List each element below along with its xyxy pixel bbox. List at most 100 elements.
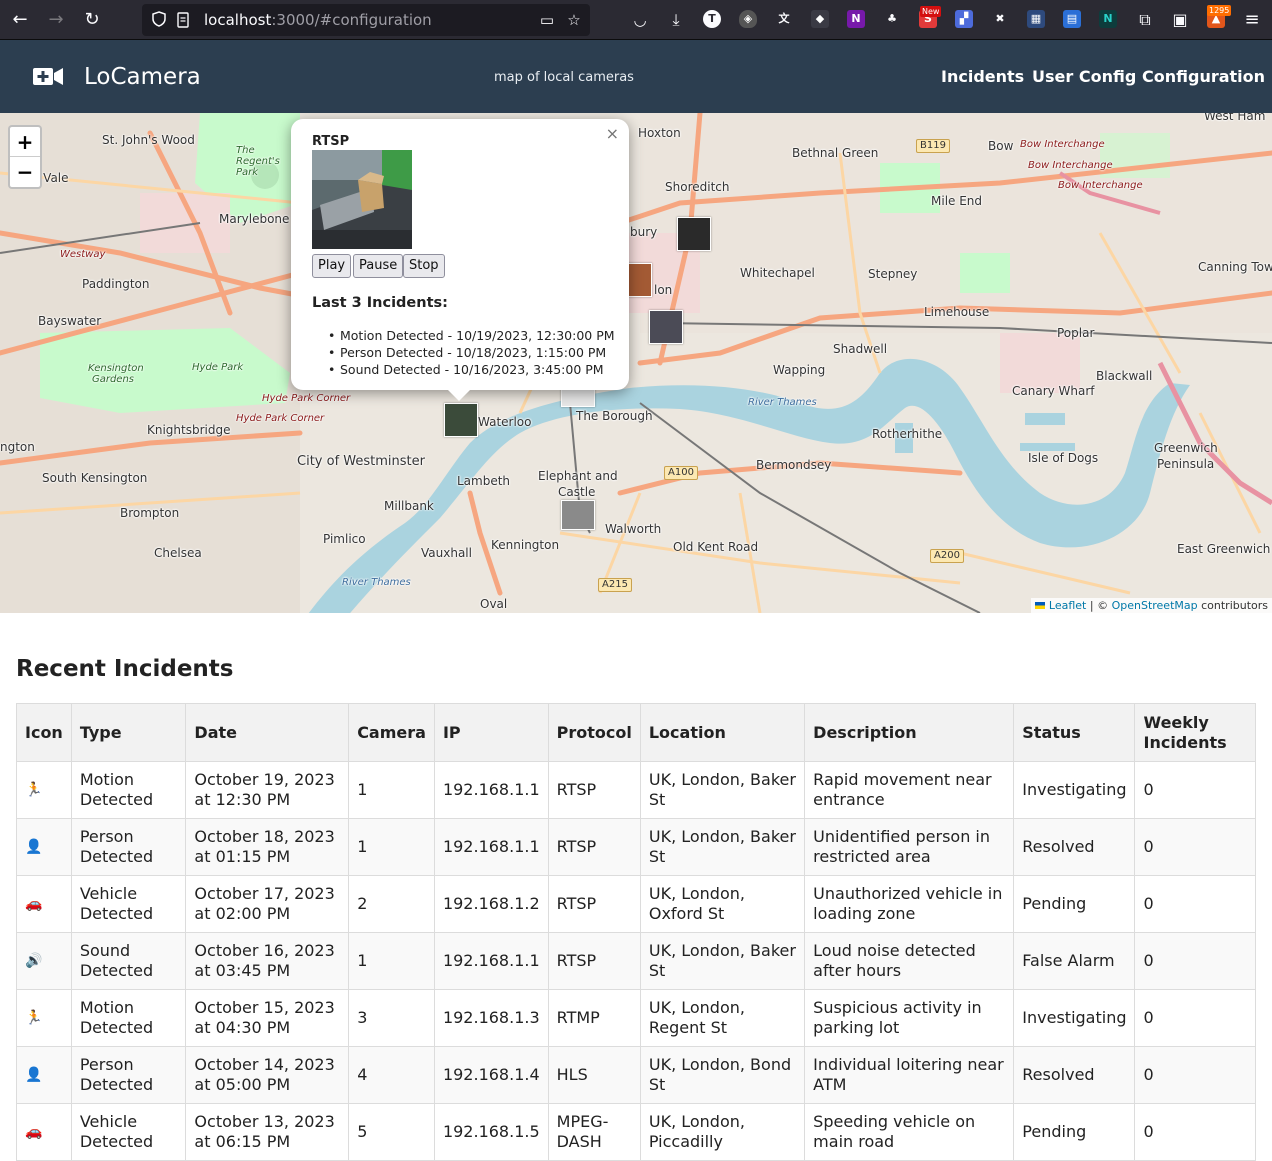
column-header: Status [1013, 703, 1136, 762]
map-label: Stepney [868, 267, 918, 281]
camera-marker[interactable] [444, 403, 478, 437]
bookmark-star-icon[interactable]: ☆ [565, 11, 583, 29]
map-label: Marylebone [219, 212, 290, 226]
gamepad-extension-icon[interactable]: ✖ [991, 10, 1009, 28]
nav-configuration[interactable]: Configuration [1142, 67, 1265, 87]
extension-t-icon[interactable]: T [703, 10, 721, 28]
map-label: Shadwell [833, 342, 888, 356]
calendar-extension-icon[interactable]: ▦ [1027, 10, 1045, 28]
incident-location: UK, London, Oxford St [639, 875, 806, 933]
n-extension-icon[interactable]: N [1099, 10, 1117, 28]
map-label: Rotherhithe [872, 427, 943, 441]
column-header: Weekly Incidents [1134, 703, 1256, 762]
onenote-icon[interactable]: N [847, 10, 865, 28]
popup-close-button[interactable]: × [606, 125, 619, 143]
translate-icon[interactable]: 文 [775, 10, 793, 28]
camera-marker[interactable] [677, 217, 711, 251]
incident-type-icon: 🚗 [16, 1103, 72, 1161]
camera-marker[interactable] [561, 500, 595, 530]
incident-location: UK, London, Piccadilly [639, 1103, 806, 1161]
video-camera-icon [33, 68, 63, 85]
cube-extension-icon[interactable]: ◆ [811, 10, 829, 28]
map-label: Bow [988, 139, 1014, 153]
zoom-in-button[interactable]: + [10, 127, 40, 157]
table-row: 🏃 Motion Detected October 19, 2023 at 12:3… [16, 761, 1256, 819]
incident-ip: 192.168.1.4 [433, 1046, 549, 1104]
map-label: Elephant and [538, 469, 618, 483]
map-label: Castle [558, 485, 596, 499]
nav-user-config[interactable]: User Config [1032, 67, 1136, 87]
incident-weekly-count: 0 [1134, 1046, 1256, 1104]
doc-extension-icon[interactable]: ▤ [1063, 10, 1081, 28]
forward-icon[interactable]: → [44, 8, 68, 32]
app-header: LoCamera map of local cameras Incidents … [0, 40, 1272, 113]
incidents-table: Icon Type Date Camera IP Protocol Locati… [16, 703, 1256, 1161]
incident-type-icon: 🔊 [16, 932, 72, 990]
map-label: Canning Tow [1198, 260, 1272, 274]
map-label: West Ham [1204, 113, 1266, 123]
map-label: Poplar [1057, 326, 1095, 340]
map-label: Greenwich [1154, 441, 1218, 455]
page-info-icon[interactable] [176, 12, 190, 28]
map-label: Brompton [120, 506, 180, 520]
brand-name[interactable]: LoCamera [84, 63, 201, 91]
incident-type: Motion Detected [70, 761, 187, 819]
clipboard-icon[interactable]: ▣ [1168, 8, 1192, 32]
leaflet-link[interactable]: Leaflet [1049, 599, 1086, 612]
map-label: Vauxhall [421, 546, 472, 560]
popup-incident-item: Person Detected - 10/18/2023, 1:15:00 PM [328, 344, 615, 361]
menu-hamburger-icon[interactable]: ≡ [1240, 8, 1264, 32]
gnome-extension-icon[interactable]: ♣ [883, 10, 901, 28]
attribution-suffix: contributors [1197, 599, 1268, 612]
osm-link[interactable]: OpenStreetMap [1112, 599, 1198, 612]
road-shield: A200 [930, 549, 964, 563]
column-header: Location [639, 703, 806, 762]
incident-type: Person Detected [70, 1046, 187, 1104]
puzzle-extension-icon[interactable]: ▞ [955, 10, 973, 28]
incident-location: UK, London, Bond St [639, 1046, 806, 1104]
pocket-icon[interactable]: ◡ [628, 8, 652, 32]
map-label: Oval [480, 597, 508, 611]
incident-type-icon: 🚗 [16, 875, 72, 933]
popup-incident-item: Motion Detected - 10/19/2023, 12:30:00 P… [328, 327, 615, 344]
incident-weekly-count: 0 [1134, 761, 1256, 819]
back-icon[interactable]: ← [8, 8, 32, 32]
tracking-shield-icon[interactable] [152, 11, 166, 27]
map-label: River Thames [342, 577, 411, 588]
map[interactable]: St. John's Wood The Regent's Park a Vale… [0, 113, 1272, 613]
ublock-icon[interactable]: ◈ [739, 10, 757, 28]
downloads-icon[interactable]: ⤓ [664, 8, 688, 32]
reload-icon[interactable]: ↻ [80, 8, 104, 32]
map-label: Lambeth [457, 474, 511, 488]
map-label: East Greenwich [1177, 542, 1271, 556]
nav-incidents[interactable]: Incidents [941, 67, 1024, 87]
incident-type: Motion Detected [70, 989, 187, 1047]
map-label: Chelsea [154, 546, 202, 560]
map-label: Limehouse [924, 305, 990, 319]
url-path: :3000/#configuration [271, 11, 432, 29]
incident-camera: 3 [348, 989, 435, 1047]
camera-marker[interactable] [649, 310, 683, 344]
map-label: Whitechapel [740, 266, 815, 280]
url-text[interactable]: localhost:3000/#configuration [204, 10, 432, 30]
incident-date: October 14, 2023 at 05:00 PM [185, 1046, 350, 1104]
incident-status: Pending [1013, 1103, 1136, 1161]
map-label: City of Westminster [297, 454, 425, 469]
map-label: ngton [0, 440, 35, 454]
pause-button[interactable]: Pause [353, 254, 404, 278]
map-label: Mile End [931, 194, 983, 208]
zoom-out-button[interactable]: − [10, 157, 40, 187]
address-bar[interactable]: localhost:3000/#configuration ▭ ☆ [142, 4, 590, 36]
incident-status: Investigating [1013, 989, 1136, 1047]
reader-view-icon[interactable]: ▭ [538, 11, 556, 29]
map-label: River Thames [748, 397, 817, 408]
play-button[interactable]: Play [312, 254, 352, 278]
stop-button[interactable]: Stop [403, 254, 445, 278]
map-label: Knightsbridge [147, 423, 231, 437]
incident-protocol: RTMP [547, 989, 641, 1047]
map-label: Hyde Park Corner [236, 413, 325, 424]
extensions-puzzle-icon[interactable]: ⧉ [1133, 8, 1157, 32]
map-label: The Borough [576, 409, 653, 423]
map-label: Bow Interchange [1020, 139, 1105, 150]
incident-location: UK, London, Baker St [639, 932, 806, 990]
